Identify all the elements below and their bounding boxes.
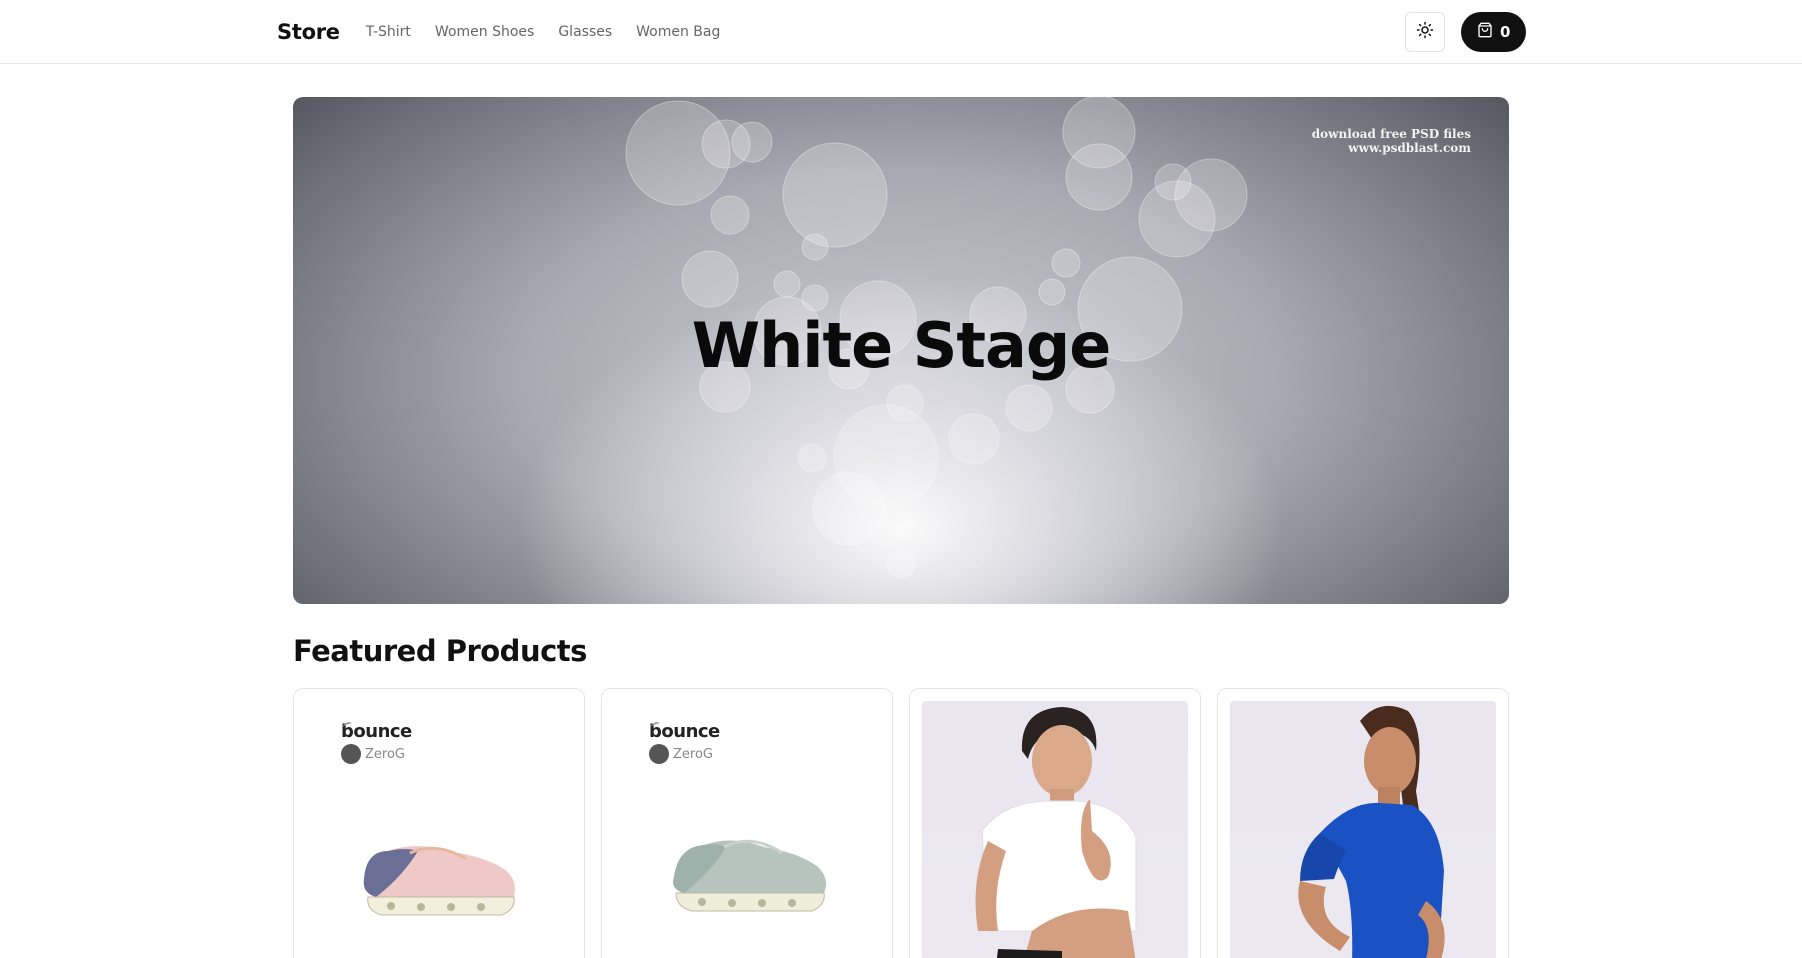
product-card[interactable]: bounce ZeroG [601,688,893,958]
product-card[interactable]: bounce ZeroG [293,688,585,958]
navbar: Store T-Shirt Women Shoes Glasses Women … [0,0,1802,64]
product-card[interactable] [1217,688,1509,958]
cart-button[interactable]: 0 [1461,12,1527,52]
product-grid: bounce ZeroG bounce ZeroG [293,688,1509,958]
product-card[interactable] [909,688,1201,958]
watermark-line-2: www.psdblast.com [1348,141,1471,155]
man-white-tshirt-image [975,707,1137,958]
nav-link-women-shoes[interactable]: Women Shoes [435,24,534,40]
watermark-line-1: download free PSD files [1311,127,1471,141]
product-image: bounce ZeroG [306,701,572,958]
brand-logo[interactable]: Store [277,20,340,44]
cart-count: 0 [1500,23,1511,41]
hero-title: White Stage [691,309,1112,382]
nav-left: Store T-Shirt Women Shoes Glasses Women … [277,0,744,64]
nav-link-tshirt[interactable]: T-Shirt [366,24,411,40]
nav-actions: 0 [1405,12,1527,52]
product-image: bounce ZeroG [614,701,880,958]
shopping-bag-icon [1477,22,1493,42]
nav-link-women-bag[interactable]: Women Bag [636,24,720,40]
product-image [1230,701,1496,958]
sun-icon [1416,21,1434,43]
featured-products-title: Featured Products [293,634,587,668]
sneaker-pink-image [363,846,515,916]
hero-banner[interactable]: White Stage download free PSD files www.… [293,97,1509,604]
nav-link-glasses[interactable]: Glasses [558,24,612,40]
theme-toggle-button[interactable] [1405,12,1445,52]
hero-watermark: download free PSD files www.psdblast.com [1312,127,1471,155]
sneaker-green-image [673,839,826,912]
woman-blue-tshirt-image [1298,705,1445,958]
product-image [922,701,1188,958]
